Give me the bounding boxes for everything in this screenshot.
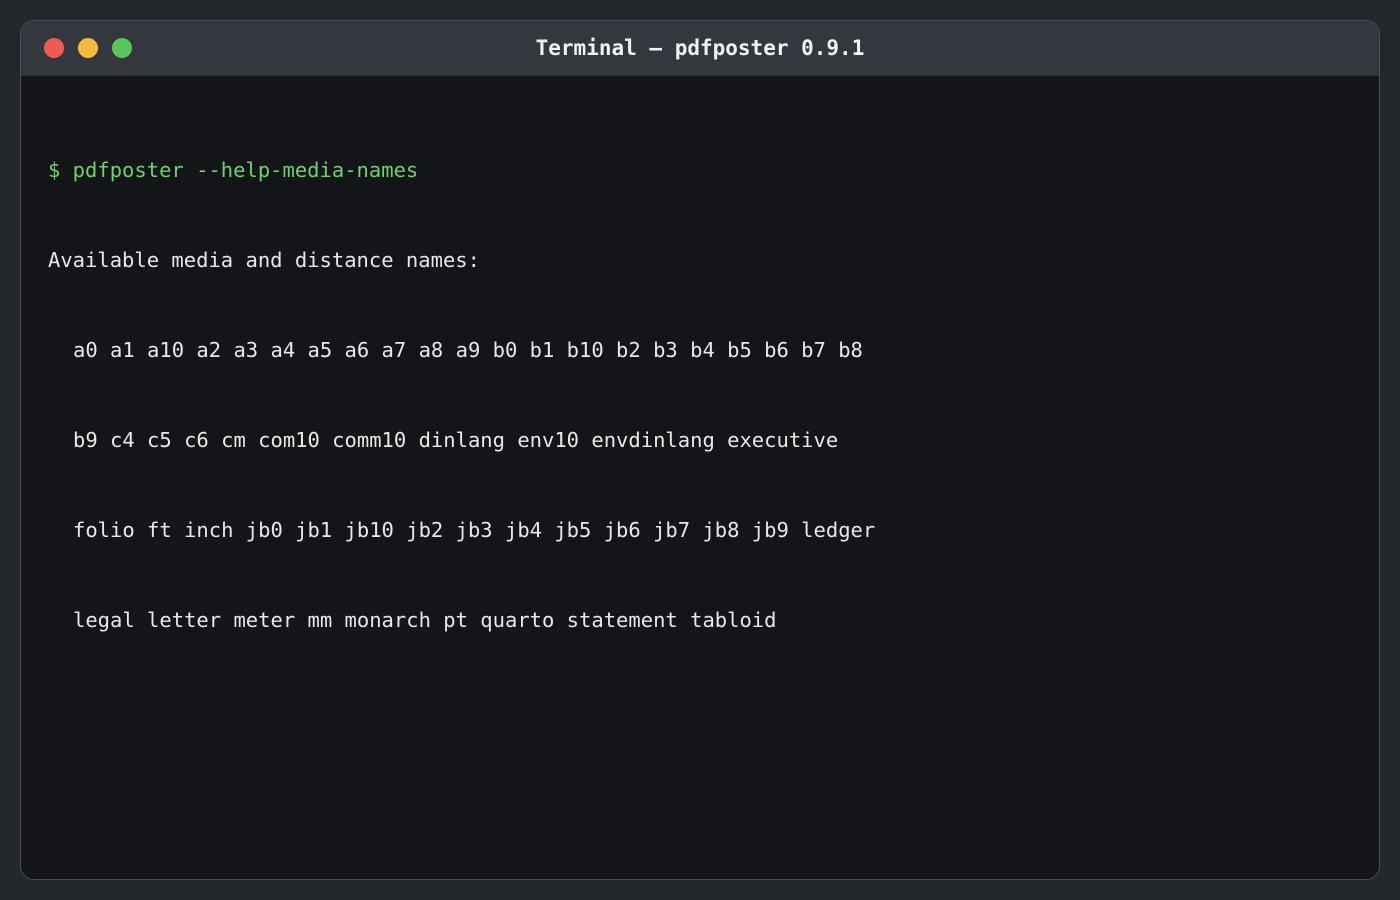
command-line: $ pdfposter --help-media-names	[48, 158, 419, 182]
terminal-output[interactable]: $ pdfposter --help-media-names Available…	[48, 95, 1359, 859]
output-header: Available media and distance names:	[48, 248, 480, 272]
output-line: a0 a1 a10 a2 a3 a4 a5 a6 a7 a8 a9 b0 b1 …	[73, 338, 863, 362]
window-title: Terminal — pdfposter 0.9.1	[535, 36, 865, 60]
output-line: b9 c4 c5 c6 cm com10 comm10 dinlang env1…	[73, 428, 839, 452]
output-line: folio ft inch jb0 jb1 jb10 jb2 jb3 jb4 j…	[73, 518, 876, 542]
output-line: legal letter meter mm monarch pt quarto …	[73, 608, 777, 632]
terminal-window: Terminal — pdfposter 0.9.1 $ pdfposter -…	[20, 20, 1380, 880]
title-bar[interactable]: Terminal — pdfposter 0.9.1	[21, 21, 1379, 76]
